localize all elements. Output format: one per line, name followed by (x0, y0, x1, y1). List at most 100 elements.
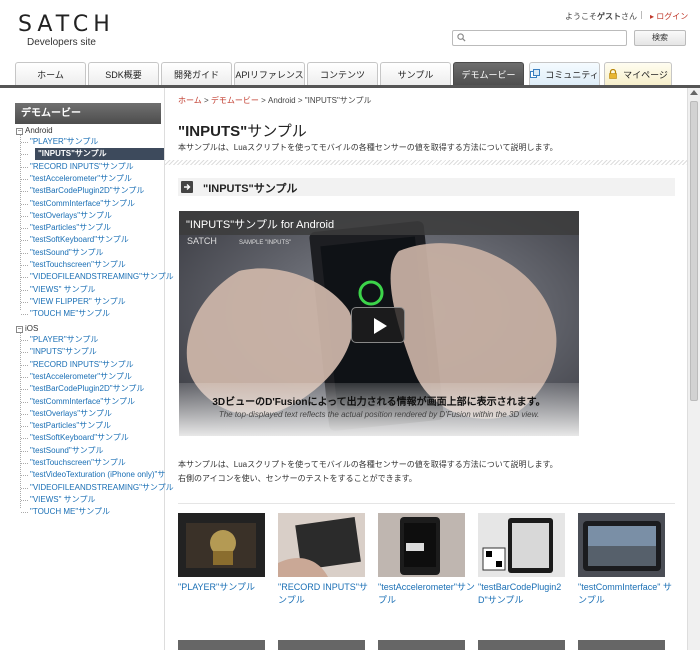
tree-group-label: iOS (25, 324, 39, 333)
tree-item[interactable]: "testCommInterface"サンプル (20, 198, 135, 210)
tree-item[interactable]: "testSoftKeyboard"サンプル (21, 234, 129, 246)
tree-item[interactable]: "TOUCH ME"サンプル (21, 506, 110, 518)
play-button[interactable] (351, 307, 405, 343)
site-logo-subtitle: Developers site (27, 37, 96, 48)
tree-item[interactable]: "VIEW FLIPPER" サンプル (21, 296, 126, 308)
tree-item[interactable]: "PLAYER"サンプル (20, 136, 98, 148)
thumbnail-test-comm-interface[interactable] (578, 513, 665, 577)
tree-item[interactable]: "testTouchscreen"サンプル (21, 457, 126, 469)
arrow-right-icon (181, 181, 193, 193)
welcome-suffix: さん (621, 12, 637, 21)
nav-tab-dev-guide[interactable]: 開発ガイド (161, 62, 232, 87)
nav-tab-label: コミュニティ (545, 70, 599, 80)
search-button[interactable]: 検索 (634, 30, 686, 46)
scrollbar-thumb[interactable] (690, 101, 698, 401)
tree-item[interactable]: "VIEWS" サンプル (20, 284, 95, 296)
collapse-icon[interactable]: − (16, 128, 23, 135)
page-scrollbar[interactable] (687, 88, 700, 650)
scroll-up-arrow-icon[interactable] (690, 90, 698, 95)
collapse-icon[interactable]: − (16, 326, 23, 333)
thumbnail-label-test-barcode-plugin2d[interactable]: "testBarCodePlugin2D"サンプル (478, 581, 576, 607)
nav-tab-home[interactable]: ホーム (15, 62, 86, 87)
nav-tab-sdk-overview[interactable]: SDK概要 (88, 62, 159, 87)
breadcrumb-separator: > (261, 96, 266, 105)
thumbnail-label-record-inputs[interactable]: "RECORD INPUTS"サンプル (278, 581, 376, 607)
tree-item[interactable]: "VIDEOFILEANDSTREAMING"サンプル (21, 271, 174, 283)
search-input[interactable] (452, 30, 627, 46)
thumbnail-row2[interactable] (278, 640, 365, 650)
site-header: SATCH Developers site ようこそゲストさん | ▸ ログイン… (0, 0, 700, 88)
tree-group-ios[interactable]: − iOS (16, 324, 38, 333)
search-icon (457, 33, 466, 42)
page-description: 本サンプルは、Luaスクリプトを使ってモバイルの各種センサーの値を取得する方法に… (178, 143, 558, 152)
tree-item[interactable]: "PLAYER"サンプル (20, 334, 98, 346)
thumbnail-row2[interactable] (378, 640, 465, 650)
nav-tab-label: コンテンツ (319, 70, 365, 80)
tree-item[interactable]: "testParticles"サンプル (20, 222, 111, 234)
video-player[interactable]: SATCH SAMPLE "INPUTS" "INPUTS"サンプル for A… (179, 211, 579, 436)
nav-tab-label: APIリファレンス (235, 70, 304, 80)
tree-item[interactable]: "testAccelerometer"サンプル (21, 371, 132, 383)
main-content: ホーム > デモムービー > Android > "INPUTS"サンプル "I… (165, 88, 687, 650)
tree-item[interactable]: "VIDEOFILEANDSTREAMING"サンプル (21, 482, 174, 494)
tree-item[interactable]: "testSound"サンプル (20, 247, 103, 259)
login-link[interactable]: ▸ ログイン (650, 11, 688, 22)
thumbnail-row2[interactable] (578, 640, 665, 650)
thumbnail-record-inputs[interactable] (278, 513, 365, 577)
site-logo[interactable]: SATCH (18, 12, 115, 37)
window-icon (530, 69, 541, 78)
tree-item[interactable]: "testTouchscreen"サンプル (21, 259, 126, 271)
tree-group-android[interactable]: − Android (16, 126, 53, 135)
tree-item[interactable]: "RECORD INPUTS"サンプル (21, 161, 134, 173)
tree-item[interactable]: "testOverlays"サンプル (21, 408, 112, 420)
nav-tab-community[interactable]: コミュニティ (529, 62, 600, 87)
tree-item[interactable]: "testVideoTexturation (iPhone only)"サ (20, 469, 165, 481)
nav-tab-contents[interactable]: コンテンツ (307, 62, 378, 87)
tree-item[interactable]: "testAccelerometer"サンプル (21, 173, 132, 185)
breadcrumb-separator: > (204, 96, 209, 105)
video-caption-jp: 3DビューのD'Fusionによって出力される情報が画面上部に表示されます。 (212, 397, 546, 408)
tree-item[interactable]: "VIEWS" サンプル (20, 494, 95, 506)
breadcrumb-home[interactable]: ホーム (178, 96, 202, 105)
thumbnail-row2[interactable] (178, 640, 265, 650)
nav-tab-label: デモムービー (461, 70, 516, 80)
thumbnail-label-test-comm-interface[interactable]: "testCommInterface" サンプル (578, 581, 676, 607)
video-title: "INPUTS"サンプル for Android (186, 219, 335, 231)
breadcrumb: ホーム > デモムービー > Android > "INPUTS"サンプル (178, 95, 372, 106)
svg-text:SATCH: SATCH (187, 236, 217, 246)
section-divider (165, 160, 687, 165)
tree-item[interactable]: "testSoftKeyboard"サンプル (21, 432, 129, 444)
nav-tab-mypage[interactable]: マイページ (604, 62, 672, 87)
svg-text:SAMPLE "INPUTS": SAMPLE "INPUTS" (239, 240, 291, 246)
thumbnail-row2[interactable] (478, 640, 565, 650)
thumbnail-label-test-accelerometer[interactable]: "testAccelerometer"サンプル (378, 581, 476, 607)
breadcrumb-current: "INPUTS"サンプル (304, 96, 372, 105)
tree-item[interactable]: "testOverlays"サンプル (21, 210, 112, 222)
tree-item[interactable]: "testBarCodePlugin2D"サンプル (20, 383, 144, 395)
video-caption-en: The top-displayed text reflects the actu… (218, 410, 540, 419)
nav-tab-label: ホーム (37, 70, 64, 80)
nav-tab-demo-movie[interactable]: デモムービー (453, 62, 524, 87)
page-title: "INPUTS"サンプル (178, 120, 307, 141)
welcome-message: ようこそゲストさん (565, 11, 637, 22)
thumbnail-player[interactable] (178, 513, 265, 577)
nav-tab-label: SDK概要 (105, 70, 142, 80)
lock-icon (609, 69, 617, 79)
tree-item[interactable]: "TOUCH ME"サンプル (21, 308, 110, 320)
tree-item[interactable]: "testParticles"サンプル (20, 420, 111, 432)
nav-tab-samples[interactable]: サンプル (380, 62, 451, 87)
thumbnail-test-barcode-plugin2d[interactable] (478, 513, 565, 577)
thumbnail-label-player[interactable]: "PLAYER"サンプル (178, 581, 276, 594)
thumbnail-test-accelerometer[interactable] (378, 513, 465, 577)
tree-item[interactable]: "testSound"サンプル (20, 445, 103, 457)
tree-item[interactable]: "RECORD INPUTS"サンプル (21, 359, 134, 371)
tree-item[interactable]: "INPUTS"サンプル (21, 346, 97, 358)
body-text-line1: 本サンプルは、Luaスクリプトを使ってモバイルの各種センサーの値を取得する方法に… (178, 460, 558, 469)
tree-item[interactable]: "testCommInterface"サンプル (20, 396, 135, 408)
nav-tab-api-reference[interactable]: APIリファレンス (234, 62, 305, 87)
video-title-bar: "INPUTS"サンプル for Android (179, 211, 579, 235)
login-link-label: ログイン (656, 12, 689, 21)
tree-item-selected[interactable]: "INPUTS"サンプル (21, 148, 164, 161)
tree-item[interactable]: "testBarCodePlugin2D"サンプル (20, 185, 144, 197)
breadcrumb-demo[interactable]: デモムービー (211, 96, 259, 105)
